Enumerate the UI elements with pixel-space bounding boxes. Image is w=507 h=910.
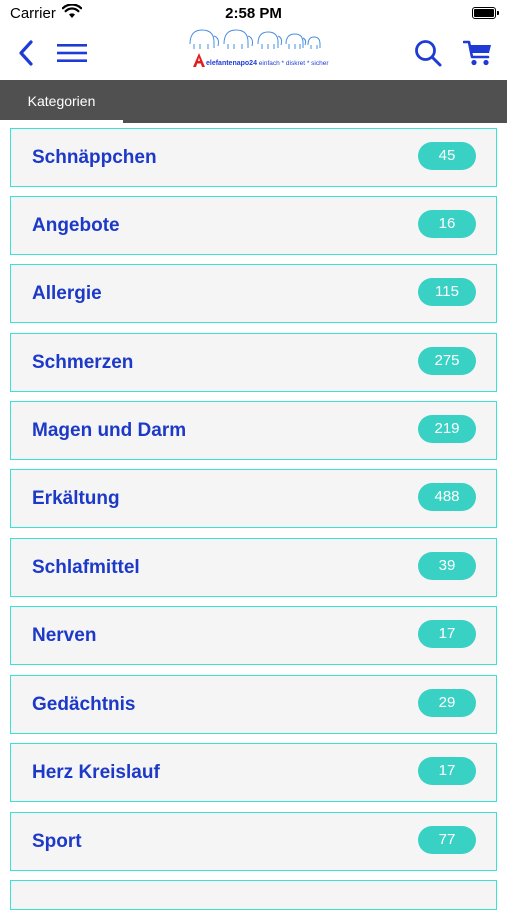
category-item-partial[interactable]: [10, 880, 497, 910]
logo-name: elefantenapo24: [206, 60, 257, 67]
category-name: Nerven: [32, 625, 97, 646]
app-logo: elefantenapo24 einfach * diskret * siche…: [184, 22, 329, 74]
category-count-badge: 77: [418, 826, 476, 854]
category-item[interactable]: Allergie 115: [10, 264, 497, 323]
category-item[interactable]: Sport 77: [10, 812, 497, 871]
category-item[interactable]: Gedächtnis 29: [10, 675, 497, 734]
category-count-badge: 16: [418, 210, 476, 238]
category-item[interactable]: Magen und Darm 219: [10, 401, 497, 460]
category-count-badge: 29: [418, 689, 476, 717]
category-name: Gedächtnis: [32, 694, 136, 715]
category-count-badge: 45: [418, 142, 476, 170]
category-name: Erkältung: [32, 488, 120, 509]
category-name: Schnäppchen: [32, 147, 157, 168]
pharmacy-a-icon: [193, 53, 205, 67]
category-count-badge: 17: [418, 620, 476, 648]
category-name: Magen und Darm: [32, 420, 187, 441]
back-chevron-icon[interactable]: [8, 34, 44, 72]
tab-kategorien[interactable]: Kategorien: [0, 80, 123, 123]
category-item[interactable]: Schmerzen 275: [10, 333, 497, 392]
battery-icon: [472, 7, 499, 19]
category-count-badge: 219: [418, 415, 476, 443]
status-time: 2:58 PM: [225, 5, 282, 22]
category-count-badge: 275: [418, 347, 476, 375]
category-name: Schlafmittel: [32, 557, 140, 578]
category-item[interactable]: Erkältung 488: [10, 469, 497, 528]
category-list[interactable]: Schnäppchen 45 Angebote 16 Allergie 115 …: [0, 123, 507, 910]
category-item[interactable]: Schnäppchen 45: [10, 128, 497, 187]
category-count-badge: 488: [418, 483, 476, 511]
category-name: Allergie: [32, 283, 102, 304]
category-item[interactable]: Angebote 16: [10, 196, 497, 255]
tab-kategorien-label: Kategorien: [27, 93, 96, 109]
category-name: Herz Kreislauf: [32, 762, 160, 783]
tab-bar: Kategorien: [0, 80, 507, 123]
category-item[interactable]: Herz Kreislauf 17: [10, 743, 497, 802]
elephants-logo-icon: [189, 29, 321, 49]
search-icon[interactable]: [410, 34, 446, 72]
category-item[interactable]: Nerven 17: [10, 606, 497, 665]
category-item[interactable]: Schlafmittel 39: [10, 538, 497, 597]
category-count-badge: 17: [418, 757, 476, 785]
category-count-badge: 39: [418, 552, 476, 580]
category-name: Sport: [32, 831, 82, 852]
cart-icon[interactable]: [460, 34, 496, 72]
category-name: Angebote: [32, 215, 120, 236]
category-name: Schmerzen: [32, 352, 134, 373]
logo-tagline: einfach * diskret * sicher: [258, 60, 329, 67]
category-count-badge: 115: [418, 278, 476, 306]
hamburger-menu-icon[interactable]: [54, 34, 90, 72]
